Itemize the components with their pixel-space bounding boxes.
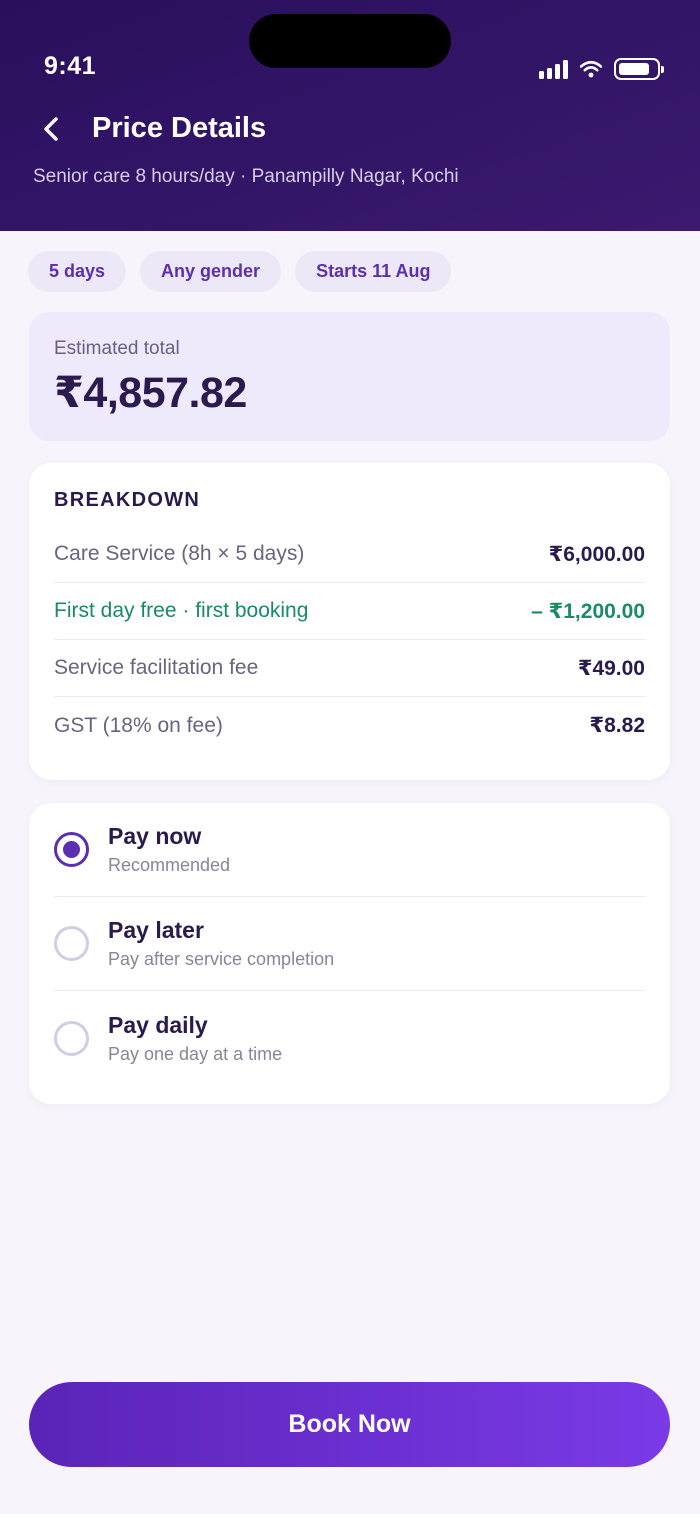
- chip-start-date[interactable]: Starts 11 Aug: [295, 251, 452, 292]
- payment-option-subtitle: Pay after service completion: [108, 949, 335, 969]
- estimated-total-label: Estimated total: [54, 338, 180, 359]
- breakdown-label: GST (18% on fee): [54, 713, 223, 737]
- breakdown-label: First day free · first booking: [54, 599, 309, 622]
- breakdown-amount: ₹8.82: [589, 714, 645, 737]
- payment-option-subtitle: Recommended: [108, 855, 231, 875]
- signal-icon: [539, 59, 568, 79]
- breakdown-amount: ₹49.00: [577, 656, 645, 680]
- header: 9:41 Price Details Senior care 8 hours/d…: [0, 0, 700, 231]
- status-icons: [539, 58, 664, 80]
- estimated-total-value: ₹4,857.82: [54, 369, 247, 417]
- payment-option-pay-daily[interactable]: Pay daily Pay one day at a time: [54, 991, 645, 1085]
- chip-duration[interactable]: 5 days: [28, 251, 127, 292]
- payment-option-pay-now[interactable]: Pay now Recommended: [54, 803, 645, 897]
- estimated-total-card: Estimated total ₹4,857.82: [29, 312, 670, 441]
- payment-option-title: Pay now: [108, 823, 202, 849]
- payment-options-card: Pay now Recommended Pay later Pay after …: [29, 803, 670, 1104]
- filter-chips: 5 days Any gender Starts 11 Aug: [28, 251, 452, 292]
- breakdown-amount: ₹6,000.00: [548, 542, 645, 566]
- status-time: 9:41: [44, 52, 97, 80]
- breakdown-card: BREAKDOWN Care Service (8h × 5 days) ₹6,…: [29, 463, 670, 780]
- chip-gender[interactable]: Any gender: [140, 251, 282, 292]
- breakdown-row-facilitation-fee: Service facilitation fee ₹49.00: [54, 640, 645, 697]
- breakdown-row-care-service: Care Service (8h × 5 days) ₹6,000.00: [54, 526, 645, 583]
- payment-option-pay-later[interactable]: Pay later Pay after service completion: [54, 897, 645, 991]
- breakdown-title: BREAKDOWN: [54, 489, 201, 511]
- back-button[interactable]: [34, 112, 68, 146]
- radio-unselected-icon[interactable]: [54, 926, 89, 961]
- breakdown-amount: – ₹1,200.00: [531, 599, 645, 623]
- payment-option-subtitle: Pay one day at a time: [108, 1043, 283, 1064]
- page-subtitle: Senior care 8 hours/day · Panampilly Nag…: [33, 166, 459, 187]
- payment-option-title: Pay later: [108, 917, 204, 943]
- chevron-left-icon: [44, 117, 58, 141]
- page-title: Price Details: [92, 112, 267, 144]
- breakdown-label: Care Service (8h × 5 days): [54, 542, 305, 565]
- breakdown-label: Service facilitation fee: [54, 656, 259, 679]
- radio-unselected-icon[interactable]: [54, 1020, 89, 1056]
- battery-icon: [614, 58, 664, 80]
- book-now-button[interactable]: Book Now: [29, 1382, 670, 1467]
- breakdown-row-gst: GST (18% on fee) ₹8.82: [54, 697, 645, 754]
- wifi-icon: [580, 60, 602, 78]
- dynamic-island: [249, 14, 451, 68]
- payment-option-title: Pay daily: [108, 1011, 208, 1038]
- radio-selected-icon[interactable]: [54, 832, 89, 867]
- breakdown-row-discount: First day free · first booking – ₹1,200.…: [54, 583, 645, 640]
